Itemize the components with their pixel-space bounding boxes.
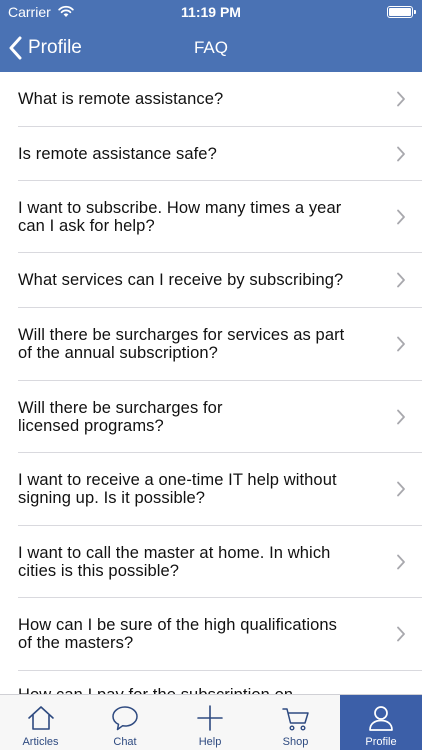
faq-item[interactable]: What services can I receive by subscribi…: [0, 253, 422, 307]
faq-item[interactable]: I want to call the master at home. In wh…: [0, 526, 422, 597]
chevron-right-icon: [397, 626, 405, 642]
navigation-bar: Profile FAQ: [0, 24, 422, 72]
faq-item[interactable]: How can I pay for the subscription on: [0, 671, 422, 694]
faq-question: I want to receive a one-time IT help wit…: [18, 471, 337, 507]
faq-question: How can I be sure of the high qualificat…: [18, 616, 338, 652]
header-bar: Carrier 11:19 PM Profile FAQ: [0, 0, 422, 72]
faq-item[interactable]: I want to receive a one-time IT help wit…: [0, 453, 422, 525]
page-title: FAQ: [193, 38, 228, 57]
faq-item[interactable]: What is remote assistance?: [0, 72, 422, 126]
plus-icon: [197, 705, 223, 731]
chat-bubble-icon: [112, 706, 138, 731]
faq-item[interactable]: How can I be sure of the high qualificat…: [0, 598, 422, 670]
status-bar: Carrier 11:19 PM: [0, 0, 422, 24]
faq-item[interactable]: Will there be surcharges for services as…: [0, 308, 422, 380]
faq-question: What services can I receive by subscribi…: [18, 271, 344, 289]
chevron-right-icon: [397, 209, 405, 224]
faq-item[interactable]: Is remote assistance safe?: [0, 127, 422, 180]
chevron-right-icon: [397, 409, 405, 424]
tab-label: Chat: [113, 736, 137, 748]
person-icon: [369, 706, 393, 731]
tab-profile[interactable]: Profile: [340, 695, 422, 750]
tab-shop[interactable]: Shop: [251, 695, 340, 750]
faq-question: I want to call the master at home. In wh…: [18, 543, 331, 580]
cart-icon: [281, 708, 309, 731]
chevron-right-icon: [397, 272, 405, 288]
faq-list[interactable]: What is remote assistance? Is remote ass…: [0, 72, 422, 694]
battery-icon: [387, 6, 416, 18]
tab-label: Help: [198, 736, 222, 748]
faq-question: Will there be surcharges for licensed pro…: [18, 398, 223, 435]
chevron-right-icon: [397, 481, 405, 497]
status-time: 11:19 PM: [181, 4, 241, 20]
faq-item[interactable]: Will there be surcharges for licensed pro…: [0, 381, 422, 452]
faq-item[interactable]: I want to subscribe. How many times a ye…: [0, 181, 422, 252]
chevron-right-icon: [397, 146, 405, 161]
faq-question: How can I pay for the subscription on: [18, 686, 293, 694]
faq-question: Is remote assistance safe?: [18, 144, 217, 163]
tab-help[interactable]: Help: [169, 695, 251, 750]
house-icon: [27, 706, 54, 730]
tab-label: Profile: [365, 736, 397, 748]
chevron-right-icon: [397, 554, 405, 569]
tab-articles[interactable]: Articles: [0, 695, 81, 750]
chevron-right-icon: [397, 91, 405, 107]
tab-label: Shop: [282, 736, 309, 748]
faq-question: Will there be surcharges for services as…: [18, 326, 345, 362]
chevron-right-icon: [397, 336, 405, 352]
faq-question: I want to subscribe. How many times a ye…: [18, 198, 342, 235]
tab-bar: Articles Chat Help Shop Profile: [0, 694, 422, 750]
tab-chat[interactable]: Chat: [81, 695, 169, 750]
tab-label: Articles: [22, 736, 59, 748]
faq-question: What is remote assistance?: [18, 90, 224, 108]
